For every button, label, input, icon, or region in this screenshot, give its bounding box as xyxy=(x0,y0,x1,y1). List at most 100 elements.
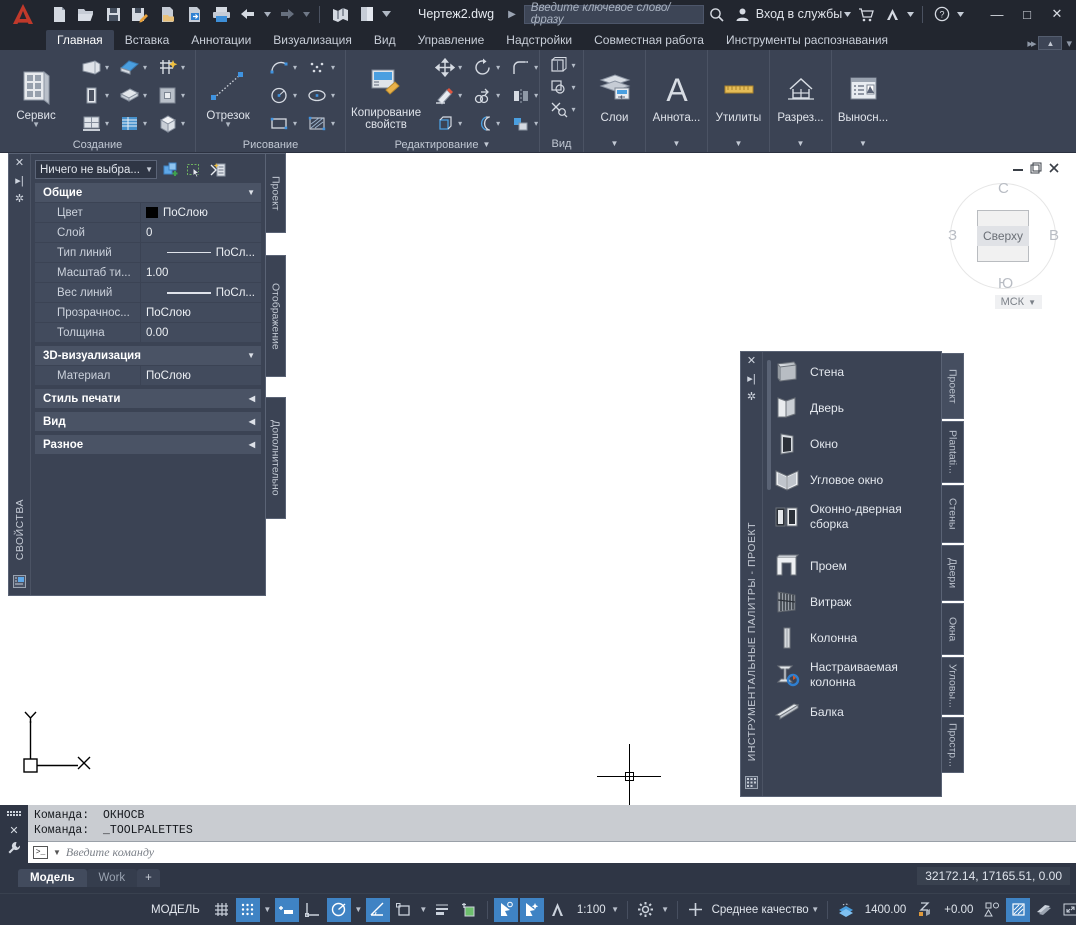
tool-slab[interactable]: ▾ xyxy=(114,81,152,109)
property-value-ltscale[interactable]: 1.00 xyxy=(140,263,261,282)
search-icon[interactable] xyxy=(704,1,730,27)
save-as-icon[interactable] xyxy=(127,2,153,26)
auto-hide-icon[interactable]: ▸| xyxy=(747,374,755,385)
tab-vstavka[interactable]: Вставка xyxy=(114,30,181,50)
tool-item-corner-window[interactable]: Угловое окно xyxy=(773,466,937,494)
coordinate-readout[interactable]: 32172.14, 17165.51, 0.00 xyxy=(917,867,1070,885)
tool-arc[interactable]: ▾ xyxy=(264,53,302,81)
property-group-plotstyle[interactable]: Стиль печати ◀ xyxy=(35,389,261,408)
servis-button[interactable]: Сервис ▼ xyxy=(5,63,67,128)
property-row-lineweight[interactable]: Вес линий ПоСл... xyxy=(35,283,261,302)
minimize-button[interactable]: — xyxy=(982,0,1012,28)
tool-ceiling-caret-icon[interactable]: ▾ xyxy=(181,91,185,100)
clean-screen-icon[interactable] xyxy=(1058,898,1076,922)
tool-rectangle[interactable]: ▾ xyxy=(264,109,302,137)
panel-sloi-caret[interactable]: ▼ xyxy=(584,135,645,152)
transparency-display-toggle[interactable] xyxy=(457,898,481,922)
more-tabs-icon[interactable]: ▸▸ xyxy=(1027,37,1036,50)
tool-move-caret-icon[interactable]: ▾ xyxy=(458,63,462,72)
tool-tab-plantation[interactable]: Plantati... xyxy=(942,421,964,483)
properties-palette[interactable]: ✕ ▸| ✲ СВОЙСТВА Ничего не выбра... ▼ Общ… xyxy=(8,153,266,596)
utility-button[interactable]: Утилиты xyxy=(713,65,764,124)
printer-icon[interactable] xyxy=(208,2,234,26)
store-cart-icon[interactable] xyxy=(853,1,879,27)
annotation-scale-caret-icon[interactable]: ▼ xyxy=(609,898,622,922)
elevation-value[interactable]: 1400.00 xyxy=(865,904,907,916)
tool-item-door-window-assembly[interactable]: Оконно-дверная сборка xyxy=(773,502,937,532)
command-prompt-icon[interactable]: >_ xyxy=(33,846,48,859)
folder-open-icon[interactable] xyxy=(73,2,99,26)
tool-item-curtain-wall[interactable]: Витраж xyxy=(773,588,937,616)
tool-3d-view-caret-icon[interactable]: ▾ xyxy=(571,61,575,70)
tool-fillet[interactable]: ▾ xyxy=(505,53,543,81)
otrezok-dropdown-caret-icon[interactable]: ▼ xyxy=(224,120,232,128)
tool-tab-steny[interactable]: Стены xyxy=(942,485,964,543)
command-prompt-caret-icon[interactable]: ▼ xyxy=(53,848,61,857)
infer-constraints-toggle[interactable] xyxy=(274,897,299,922)
snap-settings-caret-icon[interactable]: ▼ xyxy=(261,898,274,922)
tool-point[interactable]: ▾ xyxy=(302,53,340,81)
compass-west-label[interactable]: З xyxy=(948,227,957,244)
tool-item-custom-column[interactable]: Настраиваемая колонна xyxy=(773,660,937,690)
tool-wall-caret-icon[interactable]: ▾ xyxy=(105,63,109,72)
view-cube[interactable]: С Ю В З Сверху xyxy=(948,180,1059,292)
tab-vid[interactable]: Вид xyxy=(363,30,407,50)
tool-wall[interactable]: ▾ xyxy=(76,53,114,81)
tool-door[interactable]: ▾ xyxy=(76,81,114,109)
graphics-performance-icon[interactable] xyxy=(1032,898,1056,922)
tool-circle[interactable]: ▾ xyxy=(264,81,302,109)
tool-array[interactable]: ▾ xyxy=(505,109,543,137)
tool-clip-caret-icon[interactable]: ▾ xyxy=(571,83,575,92)
tool-section-caret-icon[interactable]: ▾ xyxy=(571,105,575,114)
tab-vizualizaciya[interactable]: Визуализация xyxy=(262,30,363,50)
annotacii-button[interactable]: A Аннота... xyxy=(651,65,702,124)
workspace-gear-icon[interactable] xyxy=(634,898,658,922)
anchor-tab-proekt[interactable]: Проект xyxy=(266,153,286,233)
ucs-selector-caret-icon[interactable]: ▼ xyxy=(1028,298,1036,307)
signin-label[interactable]: Вход в службы xyxy=(756,7,842,21)
user-account-icon[interactable] xyxy=(730,1,756,27)
ucs-selector[interactable]: МСК ▼ xyxy=(994,295,1042,309)
palette-properties-icon[interactable] xyxy=(13,575,26,591)
tool-hatch[interactable]: ▾ xyxy=(302,109,340,137)
property-row-thickness[interactable]: Толщина 0.00 xyxy=(35,323,261,342)
tool-mirror-caret-icon[interactable]: ▾ xyxy=(534,91,538,100)
property-row-color[interactable]: Цвет ПоСлою xyxy=(35,203,261,222)
add-layout-button[interactable]: + xyxy=(137,869,160,887)
command-grip-icon[interactable] xyxy=(6,808,22,820)
redo-arrow-icon[interactable] xyxy=(274,2,300,26)
hardware-acceleration-icon[interactable] xyxy=(1006,897,1031,922)
palette-menu-icon[interactable]: ✲ xyxy=(15,194,24,205)
tool-item-opening[interactable]: Проем xyxy=(773,552,937,580)
sheet-set-manager-icon[interactable] xyxy=(327,2,353,26)
property-row-material[interactable]: Материал ПоСлою xyxy=(35,366,261,385)
tool-move[interactable]: ▾ xyxy=(429,53,467,81)
tool-window[interactable]: ▾ xyxy=(76,109,114,137)
search-input[interactable]: Введите ключевое слово/фразу xyxy=(523,2,704,26)
autoscale-toggle[interactable] xyxy=(546,898,570,922)
tool-grid[interactable]: ▾ xyxy=(152,53,190,81)
panel-annotacii-caret[interactable]: ▼ xyxy=(646,135,707,152)
compass-east-label[interactable]: В xyxy=(1049,227,1059,244)
tool-item-beam[interactable]: Балка xyxy=(773,698,937,726)
save-floppy-icon[interactable] xyxy=(100,2,126,26)
tool-arc-caret-icon[interactable]: ▾ xyxy=(293,63,297,72)
tool-rotate[interactable]: ▾ xyxy=(467,53,505,81)
tab-instrumenty-raspoznavaniya[interactable]: Инструменты распознавания xyxy=(715,30,899,50)
object-filter-icon[interactable] xyxy=(980,898,1004,922)
snap-mode-toggle[interactable] xyxy=(235,897,260,922)
selection-cycling-toggle[interactable] xyxy=(493,897,518,922)
vynoski-button[interactable]: Выносн... xyxy=(837,65,889,124)
close-icon[interactable]: ✕ xyxy=(9,824,18,837)
workspace-caret-icon[interactable]: ▼ xyxy=(659,898,672,922)
qat-customize-caret-icon[interactable] xyxy=(381,2,392,26)
property-value-material[interactable]: ПоСлою xyxy=(140,366,261,385)
quick-calc-icon[interactable] xyxy=(208,161,226,179)
tool-hatch-caret-icon[interactable]: ▾ xyxy=(331,119,335,128)
panel-utility-caret[interactable]: ▼ xyxy=(708,135,769,152)
tool-item-door[interactable]: Дверь xyxy=(773,394,937,422)
match-properties-button[interactable]: Копирование свойств xyxy=(351,60,421,131)
tool-item-wall[interactable]: Стена xyxy=(773,358,937,386)
tab-glavnaya[interactable]: Главная xyxy=(46,30,114,50)
command-input-row[interactable]: >_ ▼ Введите команду xyxy=(28,841,1076,863)
